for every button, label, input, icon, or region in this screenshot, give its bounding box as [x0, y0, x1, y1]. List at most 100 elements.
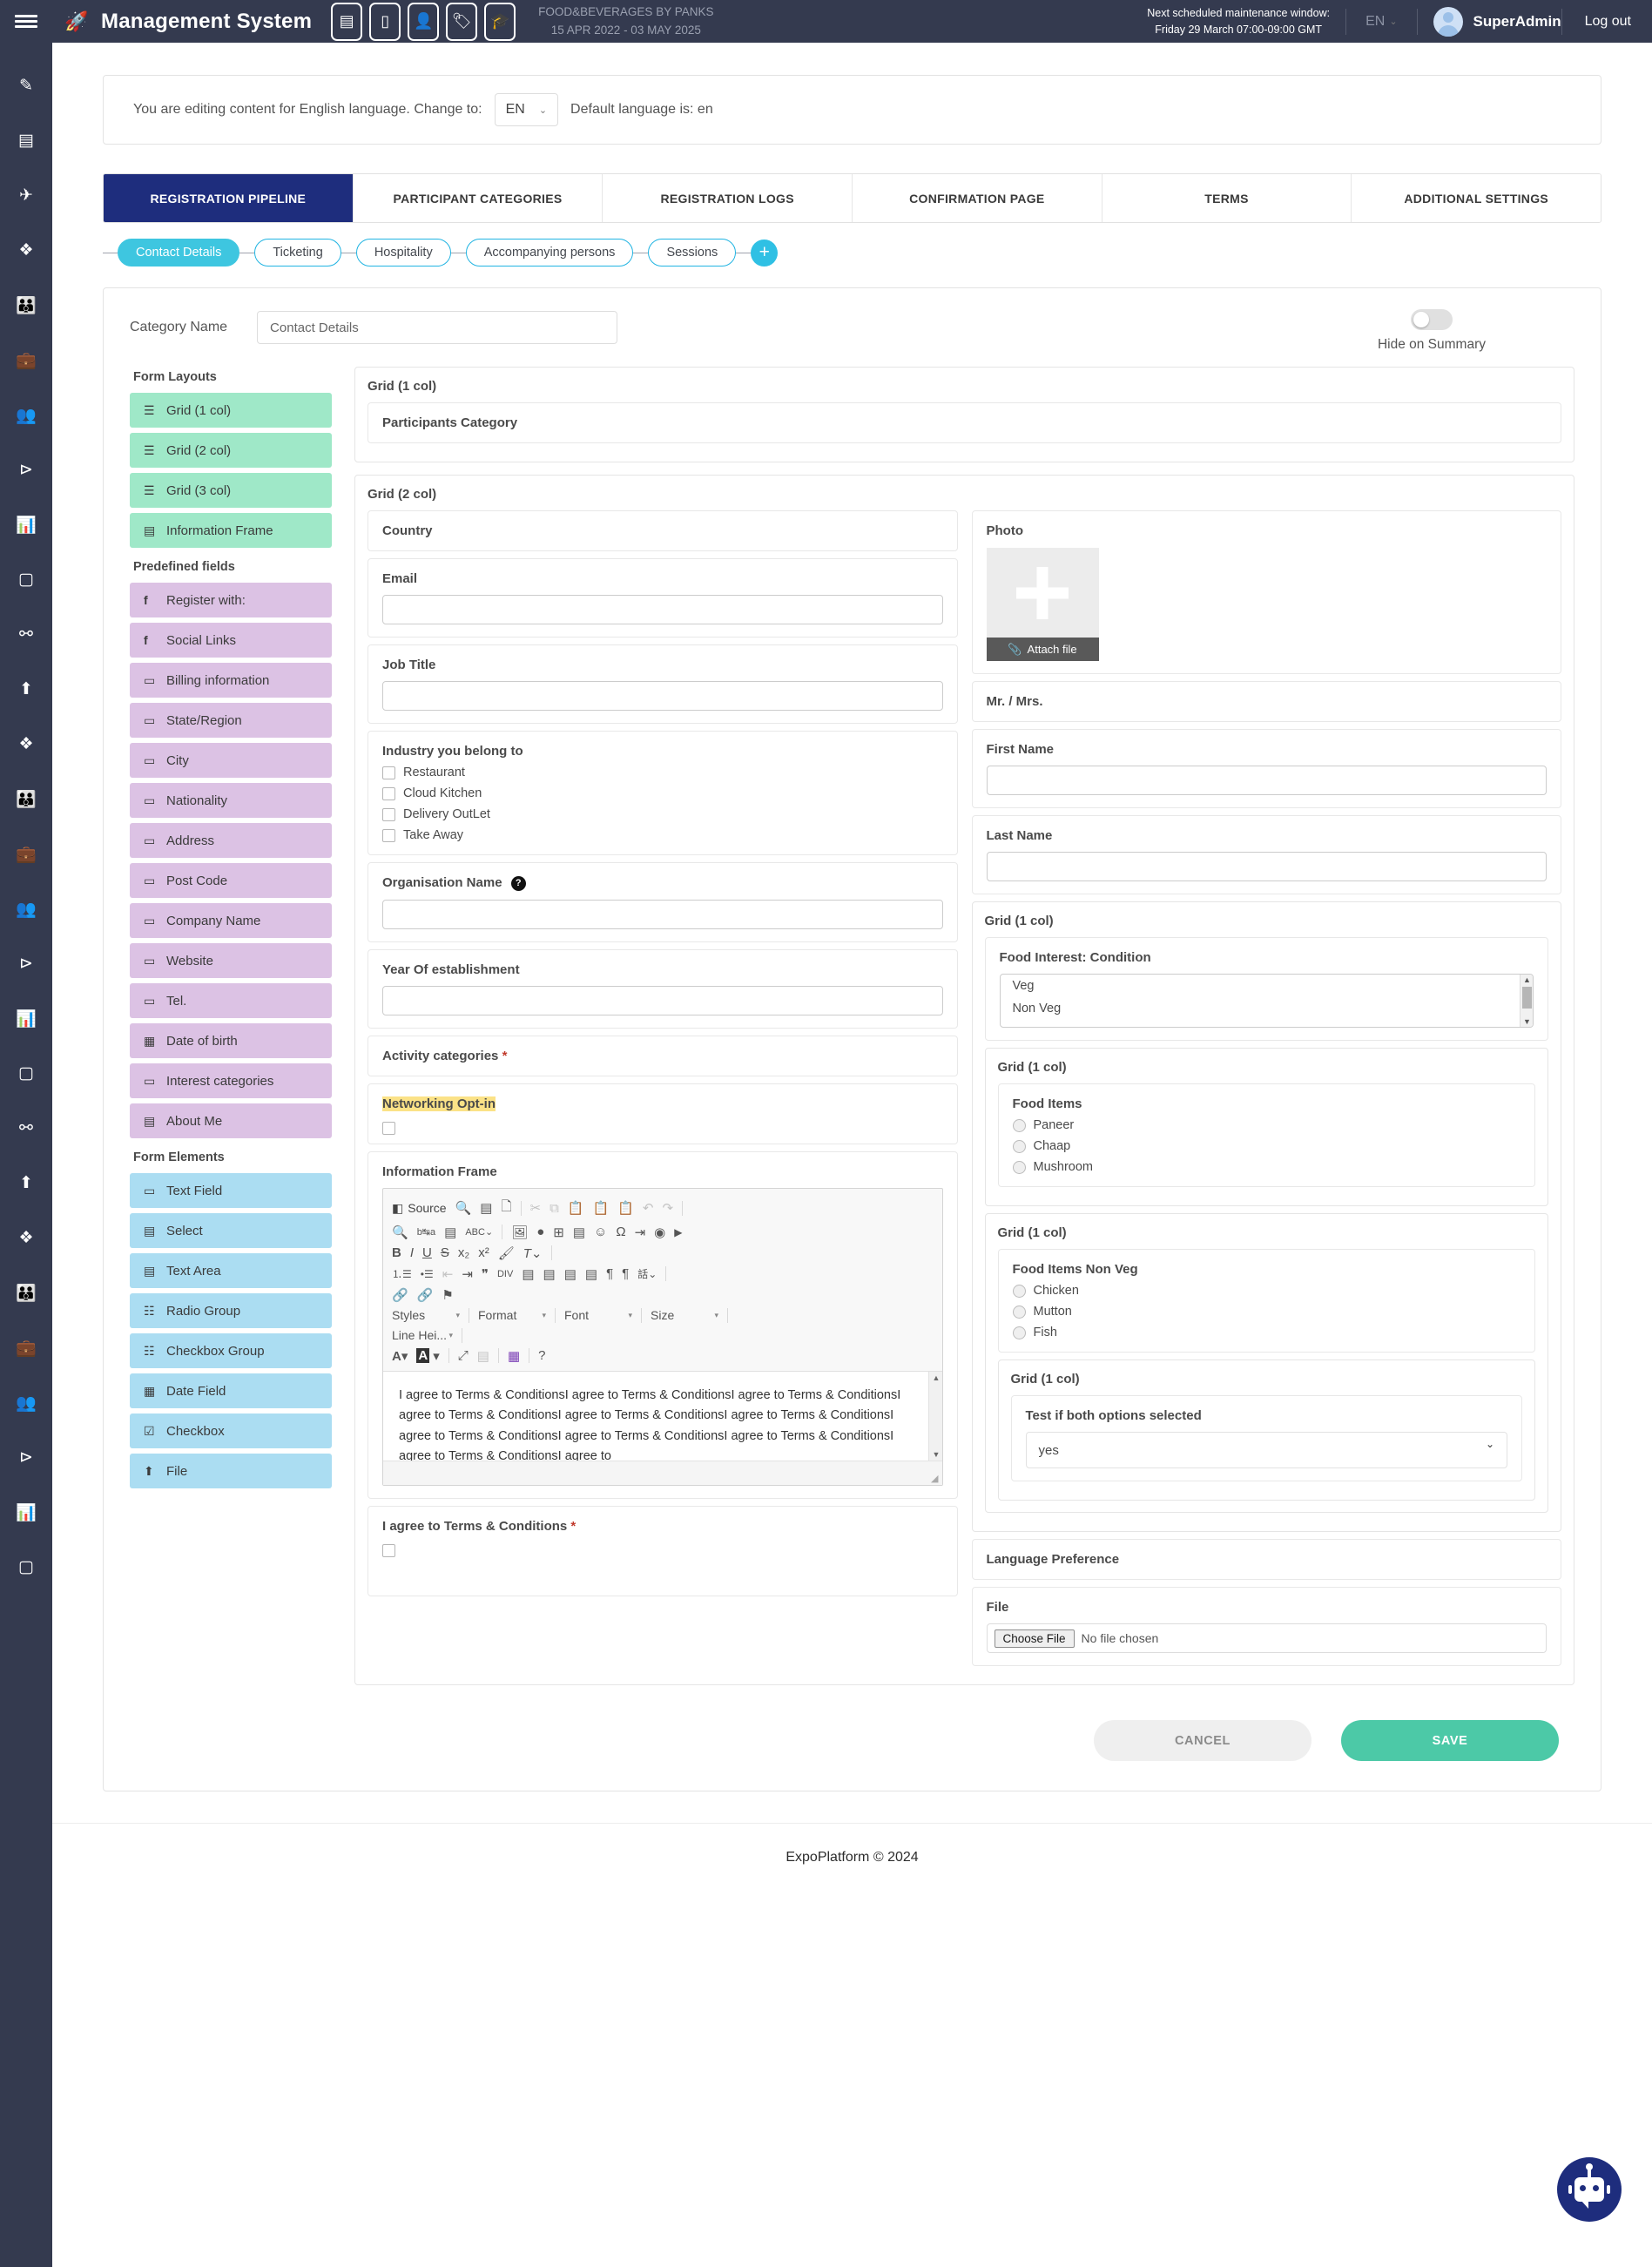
line-height-dropdown[interactable]: Line Hei...▾ — [392, 1328, 453, 1342]
palette-item-checkbox-group[interactable]: ☷ Checkbox Group — [130, 1333, 332, 1368]
listbox-option-non-veg[interactable]: Non Veg — [1001, 997, 1534, 1020]
tab-participant-categories[interactable]: PARTICIPANT CATEGORIES — [354, 174, 603, 222]
page-break-icon[interactable]: ⇥ — [635, 1225, 646, 1240]
redo-icon[interactable]: ↷ — [662, 1200, 673, 1216]
pipeline-step-contact-details[interactable]: Contact Details — [118, 239, 239, 267]
font-dropdown[interactable]: Font▾ — [564, 1308, 632, 1322]
tag-icon[interactable]: 🏷 — [446, 3, 477, 41]
palette-item-social-links[interactable]: f Social Links — [130, 623, 332, 658]
source-button[interactable]: ◧ Source — [392, 1201, 447, 1216]
sidebar-item-edit[interactable]: ✎ — [0, 58, 52, 113]
scroll-down-icon[interactable]: ▼ — [933, 1450, 941, 1459]
paste-word-icon[interactable]: 📋 — [617, 1200, 634, 1216]
subscript-icon[interactable]: x₂ — [458, 1245, 469, 1260]
checkbox-icon[interactable] — [382, 1544, 395, 1557]
sidebar-item-device-2[interactable]: ▢ — [0, 1046, 52, 1101]
palette-item-register-with[interactable]: f Register with: — [130, 583, 332, 617]
header-language-selector[interactable]: EN ⌄ — [1346, 14, 1416, 30]
templates-icon[interactable]: ▤ — [480, 1200, 492, 1216]
preview-icon[interactable]: 🔍 — [455, 1200, 472, 1216]
palette-item-tel[interactable]: ▭ Tel. — [130, 983, 332, 1018]
field-last-name[interactable]: Last Name — [972, 815, 1562, 894]
sidebar-item-device[interactable]: ▢ — [0, 552, 52, 607]
add-pipeline-step-button[interactable]: + — [751, 240, 778, 267]
field-food-interest-condition[interactable]: Food Interest: Condition Veg Non Veg ▲ ▼ — [985, 937, 1549, 1041]
listbox-scrollbar[interactable]: ▲ ▼ — [1520, 975, 1533, 1027]
attach-file-button[interactable]: 📎 Attach file — [987, 638, 1099, 661]
radio-icon[interactable] — [1013, 1161, 1026, 1174]
palette-item-checkbox[interactable]: ☑ Checkbox — [130, 1414, 332, 1448]
sidebar-item-podium-2[interactable]: ⚯ — [0, 1101, 52, 1156]
remove-format-icon[interactable]: 🖌 — [498, 1245, 515, 1261]
sidebar-item-device-3[interactable]: ▢ — [0, 1540, 52, 1595]
undo-icon[interactable]: ↶ — [643, 1200, 654, 1216]
field-year-of-establishment[interactable]: Year Of establishment — [367, 949, 958, 1029]
checkbox-option-restaurant[interactable]: Restaurant — [382, 766, 943, 779]
calendar-icon[interactable]: ▤ — [331, 3, 362, 41]
sidebar-item-audience-3[interactable]: 👪 — [0, 1265, 52, 1320]
networking-optin-checkbox-row[interactable] — [382, 1122, 943, 1135]
field-job-title[interactable]: Job Title — [367, 644, 958, 724]
palette-item-interest-categories[interactable]: ▭ Interest categories — [130, 1063, 332, 1098]
palette-item-file[interactable]: ⬆ File — [130, 1454, 332, 1488]
table-icon[interactable]: ⊞ — [553, 1225, 564, 1240]
username-label[interactable]: SuperAdmin — [1473, 13, 1561, 30]
sidebar-item-audience-2[interactable]: 👪 — [0, 772, 52, 827]
palette-item-company-name[interactable]: ▭ Company Name — [130, 903, 332, 938]
paste-text-icon[interactable]: 📋 — [593, 1200, 610, 1216]
cut-icon[interactable]: ✂ — [530, 1200, 542, 1216]
chatbot-icon[interactable] — [1557, 2157, 1622, 2222]
email-input[interactable] — [382, 595, 943, 624]
sidebar-item-people-3[interactable]: 👥 — [0, 1375, 52, 1430]
radio-icon[interactable] — [1013, 1326, 1026, 1339]
language-select[interactable]: EN ⌄ — [495, 93, 558, 126]
field-title-salutation[interactable]: Mr. / Mrs. — [972, 681, 1562, 722]
field-file[interactable]: File Choose File No file chosen — [972, 1587, 1562, 1666]
organisation-name-input[interactable] — [382, 900, 943, 929]
radio-option-fish[interactable]: Fish — [1013, 1326, 1521, 1339]
palette-item-date-of-birth[interactable]: ▦ Date of birth — [130, 1023, 332, 1058]
checkbox-icon[interactable] — [382, 766, 395, 779]
color-grid-icon[interactable]: ▦ — [508, 1348, 520, 1364]
palette-item-grid-3-col[interactable]: ☰ Grid (3 col) — [130, 473, 332, 508]
ltr-icon[interactable]: ¶ — [606, 1266, 613, 1281]
checkbox-option-delivery-outlet[interactable]: Delivery OutLet — [382, 807, 943, 821]
terms-checkbox-row[interactable] — [382, 1544, 943, 1557]
photo-placeholder[interactable] — [987, 548, 1099, 638]
superscript-icon[interactable]: x² — [478, 1245, 489, 1260]
education-icon[interactable]: 🎓 — [484, 3, 516, 41]
indent-icon[interactable]: ⇥ — [462, 1266, 473, 1282]
sidebar-item-upload-doc[interactable]: ⬆ — [0, 662, 52, 717]
palette-item-address[interactable]: ▭ Address — [130, 823, 332, 858]
canvas-grid-2col[interactable]: Grid (2 col) Country Email — [354, 475, 1574, 1685]
tab-registration-pipeline[interactable]: REGISTRATION PIPELINE — [104, 174, 354, 222]
photo-upload-box[interactable]: 📎 Attach file — [987, 548, 1099, 661]
outdent-icon[interactable]: ⇤ — [442, 1266, 454, 1282]
spellcheck-icon[interactable]: ABC⌄ — [465, 1226, 493, 1238]
palette-item-select[interactable]: ▤ Select — [130, 1213, 332, 1248]
hide-on-summary-toggle[interactable] — [1411, 309, 1453, 330]
help-icon[interactable]: ? — [511, 876, 526, 891]
copy-icon[interactable]: ⧉ — [550, 1201, 559, 1216]
sidebar-item-audience[interactable]: 👪 — [0, 278, 52, 333]
palette-item-city[interactable]: ▭ City — [130, 743, 332, 778]
radio-icon[interactable] — [1013, 1285, 1026, 1298]
field-country[interactable]: Country — [367, 510, 958, 551]
link-icon[interactable]: 🔗 — [392, 1287, 408, 1303]
canvas-grid-1col-b[interactable]: Grid (1 col) Food Items Paneer — [985, 1048, 1549, 1206]
copy-formatting-icon[interactable]: T⌄ — [523, 1245, 543, 1261]
sidebar-item-upload-doc-2[interactable]: ⬆ — [0, 1156, 52, 1211]
format-dropdown[interactable]: Format▾ — [478, 1308, 546, 1322]
food-interest-listbox[interactable]: Veg Non Veg ▲ ▼ — [1000, 974, 1534, 1028]
sidebar-item-people[interactable]: 👥 — [0, 388, 52, 442]
numbered-list-icon[interactable]: ⒈☰ — [392, 1266, 412, 1281]
cancel-button[interactable]: CANCEL — [1094, 1720, 1311, 1761]
palette-item-text-area[interactable]: ▤ Text Area — [130, 1253, 332, 1288]
canvas-grid-1col-top[interactable]: Grid (1 col) Participants Category — [354, 367, 1574, 462]
select-all-icon[interactable]: ▤ — [444, 1225, 456, 1240]
scroll-down-icon[interactable]: ▼ — [1523, 1017, 1531, 1026]
radio-icon[interactable] — [1013, 1140, 1026, 1153]
checkbox-icon[interactable] — [382, 829, 395, 842]
last-name-input[interactable] — [987, 852, 1547, 881]
new-page-icon[interactable]: 🗋 — [501, 1198, 511, 1219]
